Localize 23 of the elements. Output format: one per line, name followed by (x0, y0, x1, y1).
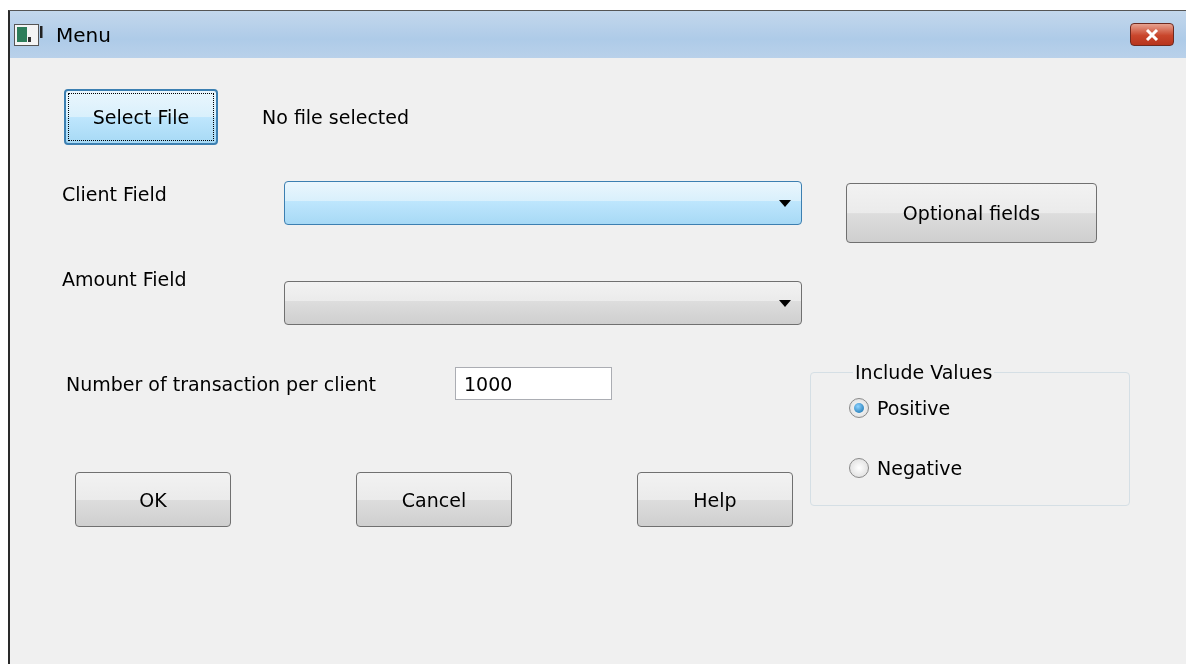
radio-label: Positive (877, 397, 951, 419)
dropdown-field[interactable] (284, 281, 802, 325)
optional-fields-button[interactable]: Optional fields (846, 183, 1097, 243)
close-button[interactable] (1130, 23, 1174, 46)
dialog-button[interactable]: Help (637, 472, 793, 527)
dialog-button[interactable]: OK (75, 472, 231, 527)
dropdown-field[interactable] (284, 181, 802, 225)
dialog-button[interactable]: Cancel (356, 472, 512, 527)
window-title: Menu (56, 22, 111, 47)
close-icon (1145, 28, 1159, 41)
dropdown-arrow-icon (779, 199, 791, 207)
field-label: Amount Field (62, 268, 188, 292)
app-icon (14, 23, 44, 46)
group-title: Include Values (854, 361, 994, 383)
number-input[interactable]: 1000 (455, 367, 612, 400)
field-label: Number of transaction per client (66, 372, 377, 395)
select-file-button[interactable]: Select File (64, 89, 218, 145)
dropdown-arrow-icon (779, 299, 791, 307)
radio-label: Negative (877, 457, 963, 479)
field-label: Client Field (62, 183, 168, 207)
radio-button[interactable] (849, 398, 869, 418)
radio-button[interactable] (849, 458, 869, 478)
file-status-text: No file selected (262, 106, 410, 128)
